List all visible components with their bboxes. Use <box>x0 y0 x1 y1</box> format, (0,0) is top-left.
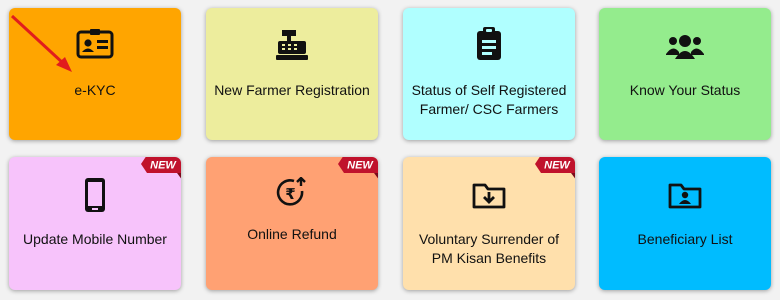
rupee-refund-icon: ₹ <box>206 177 378 209</box>
svg-text:NEW: NEW <box>347 160 374 172</box>
users-group-icon <box>599 35 771 59</box>
tile-know-your-status[interactable]: Know Your Status <box>599 8 771 140</box>
clipboard-list-icon <box>403 27 575 61</box>
svg-text:NEW: NEW <box>544 160 571 172</box>
tile-label: New Farmer Registration <box>214 82 370 98</box>
tile-voluntary-surrender[interactable]: NEW Voluntary Surrender of PM Kisan Benef… <box>403 157 575 290</box>
folder-user-icon <box>599 181 771 209</box>
folder-download-icon <box>403 181 575 209</box>
svg-text:NEW: NEW <box>150 160 177 172</box>
new-badge: NEW <box>535 157 575 181</box>
id-card-icon <box>9 29 181 59</box>
cash-register-icon <box>206 30 378 60</box>
tile-update-mobile-number[interactable]: NEW Update Mobile Number <box>9 157 181 290</box>
tile-label: Know Your Status <box>629 82 741 98</box>
tile-label: Update Mobile Number <box>23 231 167 247</box>
tile-online-refund[interactable]: NEW ₹ Online Refund <box>206 157 378 290</box>
tile-ekyc[interactable]: e-KYC <box>9 8 181 140</box>
tile-label: Beneficiary List <box>637 231 733 247</box>
tile-label: Status of Self Registered Farmer/ CSC Far… <box>411 82 567 117</box>
tile-beneficiary-list[interactable]: Beneficiary List <box>599 157 771 290</box>
mobile-phone-icon <box>9 177 181 213</box>
svg-text:₹: ₹ <box>285 185 295 203</box>
tile-new-farmer-registration[interactable]: New Farmer Registration <box>206 8 378 140</box>
tile-label: e-KYC <box>74 82 116 98</box>
tile-label: Online Refund <box>247 226 337 242</box>
tile-self-registered-status[interactable]: Status of Self Registered Farmer/ CSC Far… <box>403 8 575 140</box>
tile-label: Voluntary Surrender of PM Kisan Benefits <box>418 231 560 266</box>
